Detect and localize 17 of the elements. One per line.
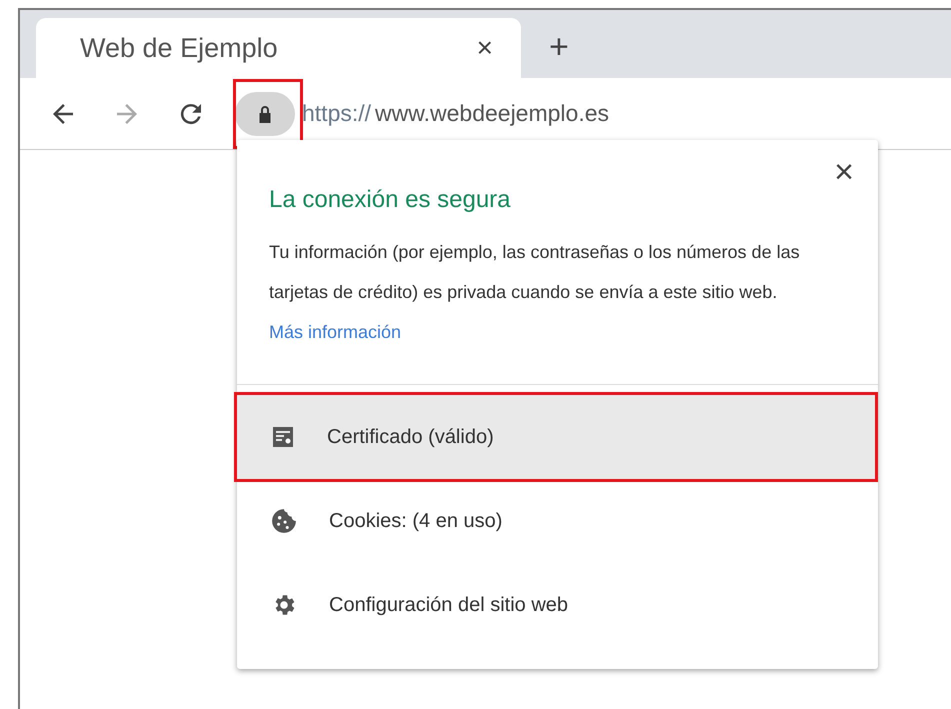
tab-title: Web de Ejemplo bbox=[80, 32, 278, 65]
new-tab-button[interactable]: + bbox=[545, 30, 573, 64]
popup-menu-item[interactable]: Certificado (válido) bbox=[237, 395, 875, 479]
certificate-icon bbox=[271, 425, 295, 449]
popup-menu-item[interactable]: Configuración del sitio web bbox=[237, 563, 875, 647]
more-info-link[interactable]: Más información bbox=[269, 322, 402, 342]
popup-menu-item[interactable]: Cookies: (4 en uso) bbox=[237, 479, 875, 563]
url-text: www.webdeejemplo.es bbox=[375, 99, 609, 128]
url-scheme: https:// bbox=[302, 99, 372, 128]
browser-tab[interactable]: Web de Ejemplo × bbox=[36, 18, 521, 78]
lock-icon bbox=[258, 104, 272, 122]
site-info-button[interactable] bbox=[235, 92, 295, 136]
cookie-icon bbox=[271, 508, 297, 534]
close-tab-button[interactable]: × bbox=[472, 34, 497, 62]
close-button[interactable]: × bbox=[828, 154, 860, 190]
popup-description: Tu información (por ejemplo, las contraseñas o los números de las tarjetas de crédito) es privada cuando se envía a este sitio web. Más información bbox=[269, 241, 801, 344]
popup-title: La conexión es segura bbox=[269, 185, 512, 215]
